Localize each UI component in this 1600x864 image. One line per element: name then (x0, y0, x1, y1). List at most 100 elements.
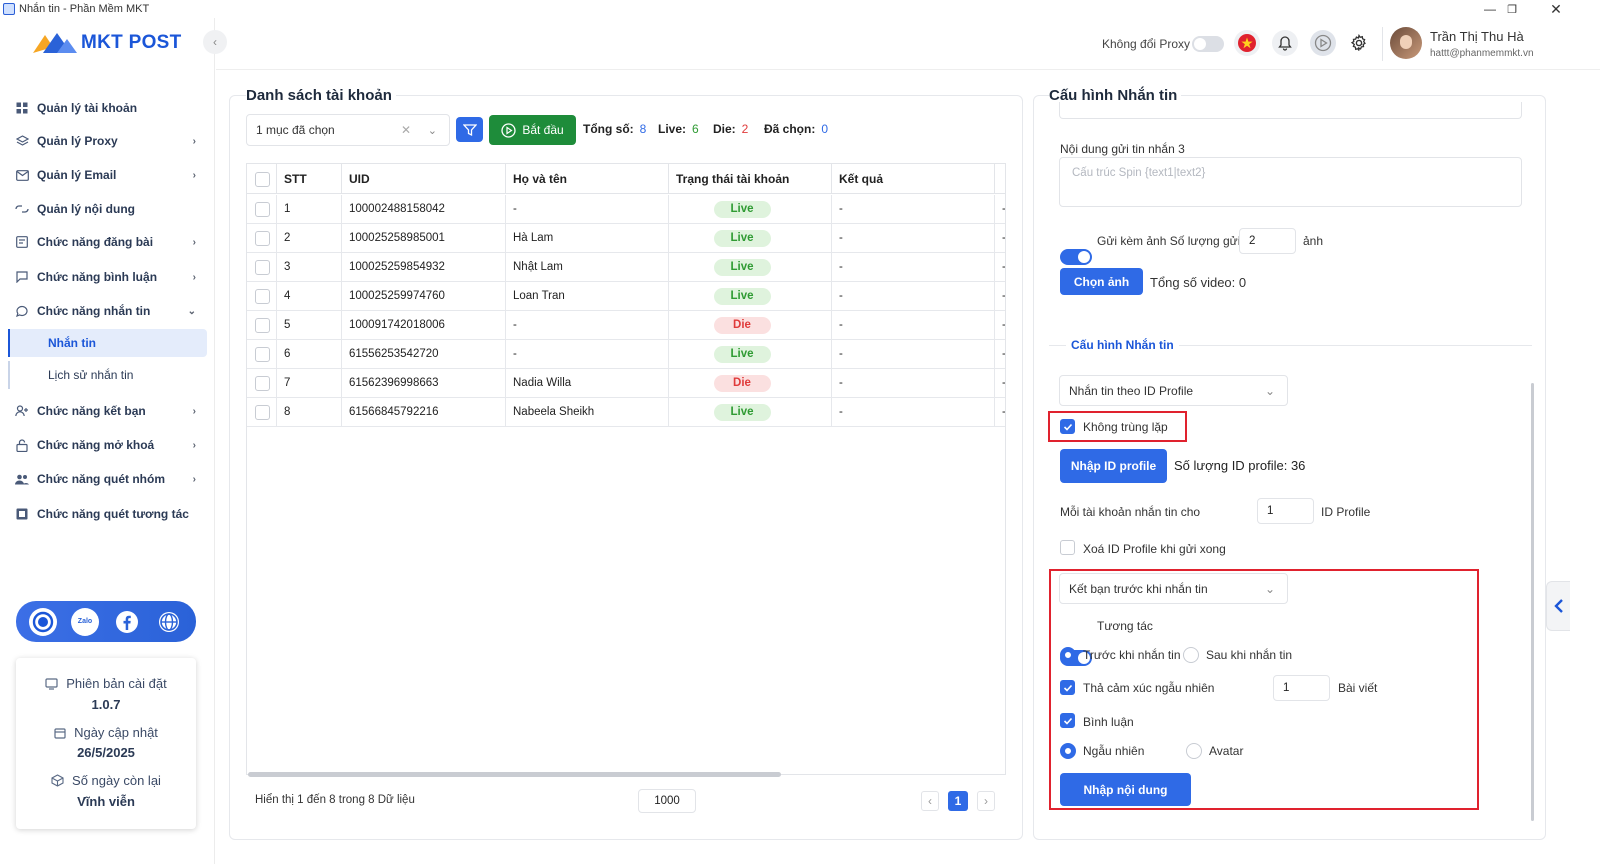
table-row[interactable]: 4 100025259974760 Loan Tran Live - - (247, 282, 1005, 311)
filter-button[interactable] (456, 117, 483, 142)
friend-mode-select[interactable]: Kết bạn trước khi nhắn tin ⌄ (1059, 573, 1288, 604)
choose-image-button[interactable]: Chọn ảnh (1060, 268, 1143, 295)
header-divider (1382, 27, 1383, 61)
proxy-label: Không đổi Proxy (1102, 37, 1191, 51)
react-label: Thả cảm xúc ngẫu nhiên (1083, 681, 1215, 695)
page-1-button[interactable]: 1 (948, 791, 968, 811)
status-badge: Live (713, 229, 771, 247)
start-button[interactable]: Bắt đầu (489, 115, 576, 145)
sidebar-item-5[interactable]: Chức năng đăng bài › (8, 227, 208, 257)
cell-result: - (832, 253, 995, 281)
settings-button[interactable] (1346, 30, 1372, 56)
status-badge: Live (713, 403, 771, 421)
language-button[interactable] (1234, 30, 1260, 56)
col-stt[interactable]: STT (277, 164, 342, 194)
account-select[interactable]: 1 mục đã chọn ✕ ⌄ (246, 114, 450, 146)
col-result[interactable]: Kết quả (832, 164, 995, 194)
import-content-button[interactable]: Nhập nội dung (1060, 773, 1191, 806)
sidebar-item-11[interactable]: Chức năng quét tương tác (8, 499, 208, 529)
sidebar-item-1[interactable]: Quản lý tài khoản (8, 93, 208, 123)
row-checkbox[interactable] (255, 288, 270, 304)
row-checkbox[interactable] (255, 230, 270, 246)
select-all-checkbox[interactable] (255, 171, 270, 187)
notification-button[interactable] (1272, 30, 1298, 56)
react-count-input[interactable]: 1 (1273, 675, 1330, 701)
sidebar-item-3[interactable]: Quản lý Email › (8, 160, 208, 190)
table-row[interactable]: 5 100091742018006- Die - - (247, 311, 1005, 340)
row-checkbox[interactable] (255, 375, 270, 391)
config-scrollbar[interactable] (1531, 383, 1534, 821)
social-bar: Zalo (16, 601, 196, 642)
msg3-textarea[interactable]: Cấu trúc Spin {text1|text2} (1059, 157, 1522, 207)
table-row[interactable]: 6 61556253542720- Live - - (247, 340, 1005, 369)
play-button[interactable] (1310, 30, 1336, 56)
table-row[interactable]: 3 100025259854932 Nhật Lam Live - - (247, 253, 1005, 282)
sidebar-item-4[interactable]: Quản lý nội dung (8, 194, 208, 224)
before-radio[interactable] (1060, 647, 1076, 663)
globe-icon[interactable] (155, 608, 183, 636)
collapse-sidebar-button[interactable]: ‹ (203, 30, 227, 54)
sidebar-item-7[interactable]: Chức năng nhắn tin ⌄ (8, 296, 208, 326)
col-name[interactable]: Họ và tên (506, 164, 669, 194)
row-checkbox[interactable] (255, 346, 270, 362)
logo: MKT POST (33, 30, 182, 56)
prev-page-button[interactable]: ‹ (921, 791, 939, 811)
sidebar-item-2[interactable]: Quản lý Proxy › (8, 126, 208, 156)
table-row[interactable]: 1 100002488158042- Live - - (247, 195, 1005, 224)
check-icon (1063, 684, 1072, 692)
cell-result: - (832, 311, 995, 339)
table-row[interactable]: 7 61562396998663 Nadia Willa Die - - (247, 369, 1005, 398)
chevron-down-icon: ⌄ (187, 305, 196, 317)
chevron-right-icon: › (192, 439, 196, 451)
table-row[interactable]: 2 100025258985001 Hà Lam Live - - (247, 224, 1005, 253)
avatar-radio[interactable] (1186, 743, 1202, 759)
next-page-button[interactable]: › (977, 791, 995, 811)
sidebar-item-label: Chức năng mở khoá (37, 438, 155, 452)
section-label: Cấu hình Nhắn tin (1066, 338, 1179, 352)
chevron-left-icon (1553, 599, 1563, 613)
import-id-button[interactable]: Nhập ID profile (1060, 449, 1167, 483)
cell-more: - (995, 311, 1005, 339)
message2-textarea[interactable] (1059, 102, 1522, 119)
sidebar-item-10[interactable]: Chức năng quét nhóm › (8, 464, 208, 494)
row-checkbox[interactable] (255, 259, 270, 275)
sidebar-item-8[interactable]: Chức năng kết bạn › (8, 396, 208, 426)
no-duplicate-checkbox[interactable] (1060, 419, 1075, 434)
row-checkbox[interactable] (255, 201, 270, 217)
zalo-icon[interactable]: Zalo (71, 607, 99, 636)
chevron-right-icon: › (192, 271, 196, 283)
add-friend-icon (15, 404, 29, 418)
random-radio[interactable] (1060, 743, 1076, 759)
proxy-toggle[interactable] (1192, 36, 1224, 52)
after-radio[interactable] (1183, 647, 1199, 663)
react-checkbox[interactable] (1060, 680, 1075, 695)
image-count-input[interactable]: 2 (1239, 228, 1296, 254)
sidebar-item-9[interactable]: Chức năng mở khoá › (8, 430, 208, 460)
per-account-input[interactable]: 1 (1257, 498, 1314, 524)
avatar-label: Avatar (1209, 744, 1244, 758)
delete-id-checkbox[interactable] (1060, 540, 1075, 555)
restore-button[interactable]: ❐ (1490, 0, 1534, 18)
row-checkbox[interactable] (255, 317, 270, 333)
window-title: Nhắn tin - Phần Mềm MKT (19, 3, 150, 15)
horizontal-scrollbar[interactable] (248, 772, 781, 777)
clear-icon[interactable]: ✕ (401, 123, 411, 137)
facebook-icon[interactable] (113, 608, 141, 636)
close-button[interactable]: ✕ (1534, 0, 1578, 18)
avatar[interactable] (1390, 27, 1422, 59)
sidebar-item-6[interactable]: Chức năng bình luận › (8, 262, 208, 292)
send-image-toggle[interactable] (1060, 249, 1092, 265)
side-drawer-toggle[interactable] (1546, 581, 1570, 631)
sidebar-subitem-1[interactable]: Nhắn tin (8, 329, 207, 357)
col-uid[interactable]: UID (342, 164, 506, 194)
support-icon[interactable] (29, 607, 57, 636)
col-status[interactable]: Trạng thái tài khoản (669, 164, 832, 194)
comment-checkbox[interactable] (1060, 713, 1075, 728)
sidebar-subitem-2[interactable]: Lịch sử nhắn tin (8, 361, 207, 389)
sidebar-item-label: Quản lý Email (37, 168, 117, 182)
update-label: Ngày cập nhật (74, 725, 158, 740)
page-size-input[interactable]: 1000 (638, 789, 696, 813)
message-mode-select[interactable]: Nhắn tin theo ID Profile ⌄ (1059, 375, 1288, 406)
table-row[interactable]: 8 61566845792216 Nabeela Sheikh Live - - (247, 398, 1005, 427)
row-checkbox[interactable] (255, 404, 270, 420)
